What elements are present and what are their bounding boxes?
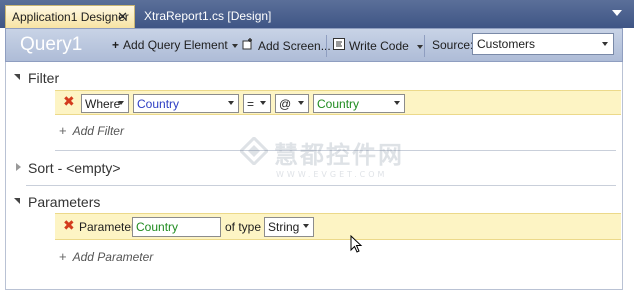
chevron-down-icon xyxy=(394,101,400,105)
plus-icon: + xyxy=(112,38,120,52)
document-tab-strip: Application1 Designer ✕ XtraReport1.cs [… xyxy=(0,0,634,28)
parameter-type-value: String xyxy=(268,220,300,234)
chevron-down-icon xyxy=(231,43,238,48)
operator-dropdown[interactable]: = xyxy=(243,94,271,113)
source-select[interactable]: Customers xyxy=(472,33,614,55)
plus-icon: + xyxy=(59,123,67,138)
watermark: 慧都控件网 WWW.EVGET.COM xyxy=(240,135,404,179)
filter-field-value: Country xyxy=(137,97,180,111)
chevron-down-icon xyxy=(303,224,309,228)
parameter-type-dropdown[interactable]: String xyxy=(264,217,314,237)
value-type-dropdown[interactable]: @ xyxy=(275,94,309,113)
toolbar-separator xyxy=(424,35,425,57)
toolbar-separator xyxy=(326,35,327,57)
query-title: Query1 xyxy=(20,34,83,55)
chevron-down-icon xyxy=(228,101,234,105)
filter-field-dropdown[interactable]: Country xyxy=(133,94,239,113)
write-code-button[interactable]: Write Code xyxy=(333,38,423,53)
add-parameter-label: Add Parameter xyxy=(72,250,154,264)
tab-application1-designer[interactable]: Application1 Designer ✕ xyxy=(5,5,135,28)
filter-value-dropdown[interactable]: Country xyxy=(313,94,405,113)
chevron-down-icon xyxy=(260,101,266,105)
delete-icon[interactable]: ✖ xyxy=(63,94,75,110)
query-designer-toolbar: Query1 + Add Query Element Add Screen... … xyxy=(5,28,623,62)
add-screen-button[interactable]: Add Screen... xyxy=(242,38,331,53)
chevron-down-icon xyxy=(416,44,423,49)
add-parameter-link[interactable]: + Add Parameter xyxy=(59,249,153,264)
add-filter-link[interactable]: + Add Filter xyxy=(59,123,124,138)
tab-label: Application1 Designer xyxy=(12,10,129,24)
collapse-toggle-icon[interactable] xyxy=(16,163,21,171)
mouse-cursor-icon xyxy=(350,235,363,253)
delete-icon[interactable]: ✖ xyxy=(63,218,75,234)
parameter-name-value: Country xyxy=(136,220,179,234)
add-query-element-label: Add Query Element xyxy=(123,38,228,52)
section-divider xyxy=(26,185,616,186)
new-screen-icon xyxy=(242,38,254,53)
tab-label: XtraReport1.cs [Design] xyxy=(144,9,272,23)
write-code-label: Write Code xyxy=(349,39,409,53)
expand-toggle-icon[interactable] xyxy=(14,198,20,204)
watermark-url: WWW.EVGET.COM xyxy=(276,170,388,179)
where-value: Where xyxy=(85,97,121,111)
chevron-down-icon xyxy=(298,101,304,105)
parameter-label: Parameter xyxy=(79,220,136,234)
plus-icon: + xyxy=(59,249,67,264)
close-icon[interactable]: ✕ xyxy=(117,9,128,25)
source-value: Customers xyxy=(477,37,536,51)
chevron-down-icon xyxy=(602,42,608,46)
watermark-logo-icon xyxy=(240,137,268,165)
chevron-down-icon[interactable] xyxy=(612,10,622,16)
watermark-title: 慧都控件网 xyxy=(274,141,404,169)
of-type-label: of type xyxy=(225,220,262,234)
tab-xtrareport1-design[interactable]: XtraReport1.cs [Design] xyxy=(138,5,277,28)
parameters-section-title: Parameters xyxy=(28,194,101,210)
sort-section-title: Sort - <empty> xyxy=(28,160,121,176)
filter-section-title: Filter xyxy=(28,70,60,86)
code-icon xyxy=(333,38,345,53)
add-screen-label: Add Screen... xyxy=(258,39,331,53)
filter-row: ✖ Where Country = @ Country xyxy=(55,90,621,115)
expand-toggle-icon[interactable] xyxy=(14,74,20,80)
source-label: Source: xyxy=(432,38,474,52)
add-filter-label: Add Filter xyxy=(72,124,124,138)
parameter-row: ✖ Parameter Country of type String xyxy=(55,213,621,240)
where-dropdown[interactable]: Where xyxy=(81,94,129,113)
chevron-down-icon xyxy=(118,101,124,105)
operator-value: = xyxy=(247,97,255,111)
value-type-value: @ xyxy=(279,97,292,111)
filter-value: Country xyxy=(317,97,360,111)
add-query-element-button[interactable]: + Add Query Element xyxy=(112,38,238,52)
parameter-name-input[interactable]: Country xyxy=(132,217,221,237)
